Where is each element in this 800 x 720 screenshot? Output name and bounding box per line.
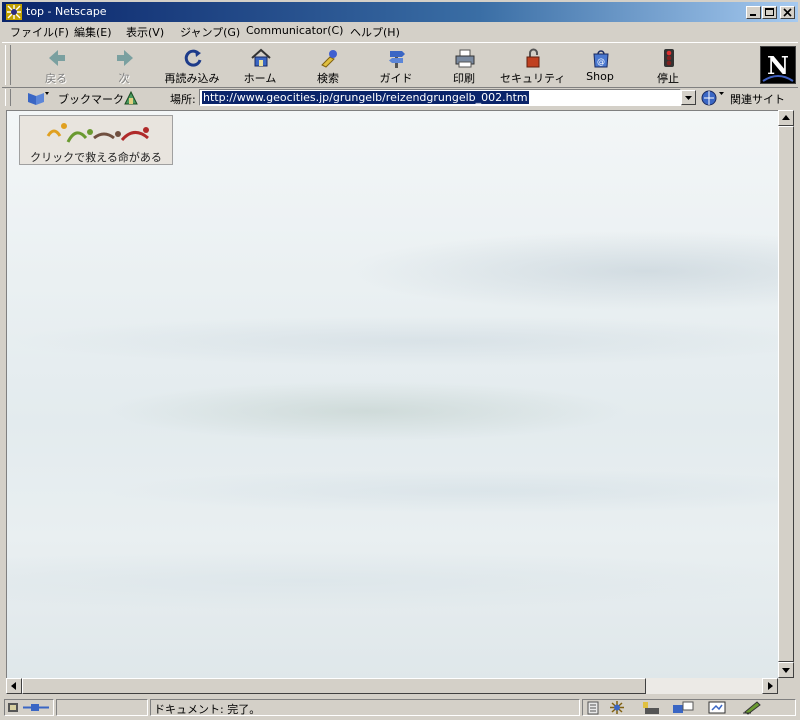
url-text: http://www.geocities.jp/grungelb/reizend… xyxy=(202,91,529,104)
vertical-scroll-thumb[interactable] xyxy=(778,126,794,662)
stop-label: 停止 xyxy=(657,72,679,85)
location-toolbar: ブックマーク 場所: http://www.geocities.jp/grung… xyxy=(2,88,798,108)
navigator-component-icon[interactable] xyxy=(607,700,627,715)
back-arrow-icon xyxy=(49,50,65,66)
pen-compose-icon[interactable] xyxy=(741,700,765,715)
reload-button[interactable]: 再読み込み xyxy=(160,45,224,85)
browser-window: top - Netscape ファイル(F) 編集(E) 表示(V) ジャンプ(… xyxy=(0,0,800,720)
menu-help[interactable]: ヘルプ(H) xyxy=(350,24,400,40)
page-proxy-icon[interactable] xyxy=(122,89,140,107)
shopping-bag-icon: @ xyxy=(593,50,609,68)
menu-view[interactable]: 表示(V) xyxy=(126,24,164,40)
location-toolbar-grip[interactable] xyxy=(5,89,11,106)
toolbar-grip[interactable] xyxy=(5,45,11,85)
scroll-up-button[interactable] xyxy=(778,110,794,126)
maximize-button[interactable] xyxy=(762,6,777,19)
maximize-icon xyxy=(765,8,774,16)
related-sites-label[interactable]: 関連サイト xyxy=(730,91,785,107)
printer-icon xyxy=(455,49,475,68)
security-button[interactable]: セキュリティ xyxy=(500,45,566,85)
scroll-right-button[interactable] xyxy=(762,678,778,694)
vertical-scrollbar[interactable] xyxy=(778,110,794,678)
navigation-toolbar: 戻る 次 再読み込み ホーム 検索 ガイド 印刷 セキュリティ @ Shop 停… xyxy=(2,42,798,88)
window-title: top - Netscape xyxy=(26,5,107,18)
bookmarks-label[interactable]: ブックマーク xyxy=(58,91,124,107)
horizontal-scrollbar[interactable] xyxy=(6,678,778,694)
connection-plug-icon xyxy=(8,703,49,712)
netscape-app-icon[interactable] xyxy=(6,4,22,20)
page-content: クリックで救える命がある xyxy=(6,110,779,679)
print-button[interactable]: 印刷 xyxy=(432,45,496,85)
close-button[interactable] xyxy=(780,6,795,19)
banner-figures-image xyxy=(46,123,149,143)
progress-panel xyxy=(56,699,148,716)
status-text: ドキュメント: 完了。 xyxy=(154,703,261,716)
svg-text:@: @ xyxy=(597,57,605,66)
home-icon xyxy=(251,48,271,67)
close-icon xyxy=(783,8,792,17)
back-label: 戻る xyxy=(45,72,67,85)
search-label: 検索 xyxy=(317,72,339,85)
scroll-left-button[interactable] xyxy=(6,678,22,694)
stop-button[interactable]: 停止 xyxy=(636,45,700,85)
component-bar xyxy=(582,699,796,716)
netscape-logo[interactable]: N xyxy=(760,46,796,84)
discussion-groups-icon[interactable] xyxy=(671,700,695,715)
shop-label: Shop xyxy=(586,70,614,83)
forward-arrow-icon xyxy=(117,50,133,66)
home-button[interactable]: ホーム xyxy=(228,45,292,85)
chevron-down-icon xyxy=(685,96,692,100)
search-icon xyxy=(321,50,337,68)
scroll-down-button[interactable] xyxy=(778,662,794,678)
shop-button[interactable]: @ Shop xyxy=(568,45,632,85)
click-to-donate-banner[interactable]: クリックで救える命がある xyxy=(19,115,173,165)
arrow-down-icon xyxy=(782,668,790,673)
security-status-icon[interactable] xyxy=(587,701,599,715)
location-label: 場所: xyxy=(170,93,196,106)
reload-icon xyxy=(184,49,202,67)
menu-go[interactable]: ジャンプ(G) xyxy=(180,24,240,40)
composer-icon[interactable] xyxy=(707,700,729,715)
status-bar: ドキュメント: 完了。 xyxy=(2,697,798,718)
arrow-up-icon xyxy=(782,115,790,120)
forward-label: 次 xyxy=(118,72,130,85)
title-bar[interactable]: top - Netscape xyxy=(2,2,798,22)
search-button[interactable]: 検索 xyxy=(296,45,360,85)
forward-button[interactable]: 次 xyxy=(92,45,156,85)
menu-file[interactable]: ファイル(F) xyxy=(10,24,69,40)
home-label: ホーム xyxy=(243,72,277,85)
related-sites-icon[interactable] xyxy=(700,89,726,107)
connection-status-panel xyxy=(4,699,54,716)
stop-icon xyxy=(664,49,674,67)
guide-icon xyxy=(389,51,405,68)
url-input[interactable]: http://www.geocities.jp/grungelb/reizend… xyxy=(199,89,681,106)
security-label: セキュリティ xyxy=(500,72,566,85)
guide-label: ガイド xyxy=(379,72,413,85)
arrow-right-icon xyxy=(768,682,773,690)
bookmarks-icon[interactable] xyxy=(26,89,50,107)
url-history-dropdown[interactable] xyxy=(681,90,696,105)
reload-label: 再読み込み xyxy=(164,72,220,85)
menu-bar: ファイル(F) 編集(E) 表示(V) ジャンプ(G) Communicator… xyxy=(2,22,798,40)
minimize-button[interactable] xyxy=(746,6,761,19)
banner-caption: クリックで救える命がある xyxy=(30,151,162,164)
horizontal-scroll-thumb[interactable] xyxy=(22,678,646,694)
guide-button[interactable]: ガイド xyxy=(364,45,428,85)
minimize-icon xyxy=(750,14,756,16)
back-button[interactable]: 戻る xyxy=(24,45,88,85)
netscape-n-logo-icon: N xyxy=(762,51,794,82)
lock-icon xyxy=(526,48,540,68)
arrow-left-icon xyxy=(11,682,16,690)
mailbox-icon[interactable] xyxy=(639,700,661,715)
menu-communicator[interactable]: Communicator(C) xyxy=(246,24,343,37)
menu-edit[interactable]: 編集(E) xyxy=(74,24,112,40)
print-label: 印刷 xyxy=(453,72,475,85)
